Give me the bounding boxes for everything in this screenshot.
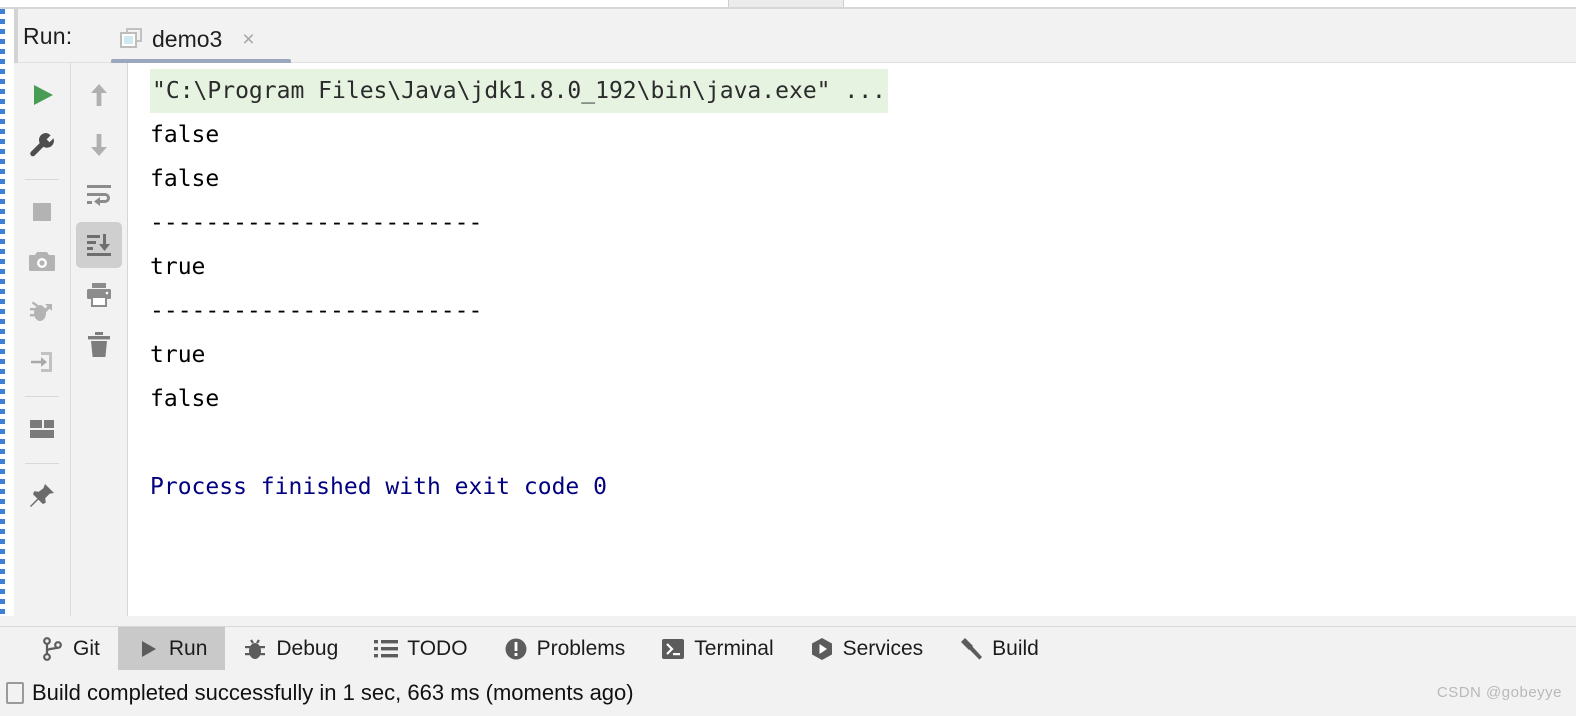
toolbar-separator	[25, 463, 59, 464]
console-line: false	[150, 113, 1576, 157]
watermark: CSDN @gobeyye	[1436, 684, 1562, 701]
bottom-tab-run[interactable]: Run	[117, 627, 226, 670]
notification-icon[interactable]	[6, 682, 24, 704]
console-line-text: false	[150, 166, 220, 192]
console-line-text: true	[150, 342, 206, 368]
console-actions-toolbar	[71, 63, 128, 616]
bottom-tab-services[interactable]: Services	[792, 627, 942, 670]
bottom-tab-git[interactable]: Git	[22, 627, 118, 670]
status-bar: Build completed successfully in 1 sec, 6…	[0, 670, 1576, 716]
bottom-tab-label: Terminal	[694, 636, 774, 660]
console-line: false	[150, 377, 1576, 421]
pin-tab-button[interactable]	[19, 473, 65, 519]
tool-window-tab-bar: Git Run Debug TODO Problems Terminal Services B…	[0, 626, 1576, 670]
top-strip-segment	[728, 0, 844, 7]
scroll-to-end-button[interactable]	[76, 222, 122, 268]
print-button[interactable]	[76, 272, 122, 318]
import-button[interactable]	[19, 339, 65, 385]
bottom-tab-debug[interactable]: Debug	[225, 627, 356, 670]
run-configuration-tab[interactable]: demo3 ×	[111, 15, 263, 63]
bug-arrow-icon	[28, 298, 56, 326]
console-line-text: true	[150, 254, 206, 280]
rerun-button[interactable]	[19, 72, 65, 118]
run-window-label: Run:	[23, 23, 73, 49]
list-icon	[374, 637, 399, 661]
console-line-text: false	[150, 122, 220, 148]
screenshot-button[interactable]	[19, 239, 65, 285]
console-output-panel[interactable]: "C:\Program Files\Java\jdk1.8.0_192\bin\…	[128, 63, 1576, 616]
console-line-text: ------------------------	[150, 210, 483, 236]
console-line: Process finished with exit code 0	[150, 465, 1576, 509]
console-line: true	[150, 245, 1576, 289]
play-icon	[28, 81, 56, 109]
console-line: ------------------------	[150, 289, 1576, 333]
close-icon[interactable]: ×	[242, 29, 254, 50]
console-line-text: false	[150, 386, 220, 412]
toolbar-separator	[25, 396, 59, 397]
run-actions-toolbar	[14, 63, 71, 616]
soft-wrap-icon	[85, 182, 113, 208]
console-line: false	[150, 157, 1576, 201]
console-line: ------------------------	[150, 201, 1576, 245]
run-tool-window: Run: demo3 × "C:\Program Files\Java\jdk1…	[0, 0, 1576, 716]
attach-debugger-button[interactable]	[19, 289, 65, 335]
bottom-tab-todo[interactable]: TODO	[356, 627, 485, 670]
stop-button[interactable]	[19, 189, 65, 235]
soft-wrap-button[interactable]	[76, 172, 122, 218]
bottom-tab-label: Git	[73, 636, 100, 660]
bottom-tab-build[interactable]: Build	[941, 627, 1057, 670]
bottom-tab-problems[interactable]: Problems	[486, 627, 644, 670]
bottom-tab-label: Run	[168, 636, 208, 660]
left-rail-gap	[5, 9, 14, 616]
edit-configurations-button[interactable]	[19, 122, 65, 168]
wrench-icon	[28, 131, 56, 159]
console-line	[150, 421, 1576, 465]
run-configuration-name: demo3	[152, 25, 223, 52]
stop-square-icon	[29, 199, 55, 225]
clear-all-button[interactable]	[76, 322, 122, 368]
bottom-tab-label: Problems	[536, 636, 626, 660]
bottom-tab-label: Services	[842, 636, 924, 660]
console-line: "C:\Program Files\Java\jdk1.8.0_192\bin\…	[150, 69, 1576, 113]
camera-icon	[28, 249, 56, 275]
console-line-text: ------------------------	[150, 298, 483, 324]
bottom-tab-label: Debug	[276, 636, 339, 660]
hexagon-play-icon	[810, 637, 834, 661]
top-editor-tab-strip	[0, 0, 1576, 9]
status-message: Build completed successfully in 1 sec, 6…	[32, 680, 634, 705]
pin-icon	[28, 482, 56, 510]
terminal-prompt-icon	[661, 637, 685, 661]
run-window-header: Run: demo3 ×	[18, 9, 1576, 64]
arrow-into-box-icon	[28, 348, 56, 376]
console-line-text: "C:\Program Files\Java\jdk1.8.0_192\bin\…	[150, 69, 888, 113]
trash-icon	[86, 331, 112, 359]
console-line-text	[150, 421, 1576, 465]
next-occurrence-button[interactable]	[76, 122, 122, 168]
bottom-tab-terminal[interactable]: Terminal	[643, 627, 791, 670]
printer-icon	[85, 282, 113, 308]
run-configuration-icon	[119, 28, 143, 50]
git-branch-icon	[40, 636, 64, 661]
arrow-up-icon	[86, 81, 112, 109]
toolbar-separator	[25, 179, 59, 180]
exclamation-circle-icon	[504, 637, 528, 661]
layout-grid-icon	[28, 418, 56, 440]
bottom-tab-label: Build	[992, 636, 1039, 660]
console-line-text: Process finished with exit code 0	[150, 474, 607, 500]
scroll-to-end-icon	[85, 232, 113, 258]
arrow-down-icon	[86, 131, 112, 159]
hammer-icon	[959, 637, 983, 661]
layout-button[interactable]	[19, 406, 65, 452]
previous-occurrence-button[interactable]	[76, 72, 122, 118]
bottom-tab-label: TODO	[407, 636, 468, 660]
bug-icon	[243, 637, 267, 661]
play-triangle-icon	[136, 637, 160, 661]
console-line: true	[150, 333, 1576, 377]
console-lines: "C:\Program Files\Java\jdk1.8.0_192\bin\…	[128, 63, 1576, 509]
